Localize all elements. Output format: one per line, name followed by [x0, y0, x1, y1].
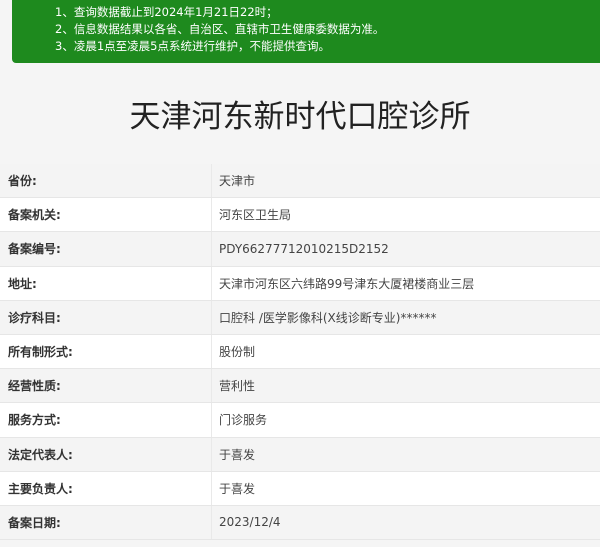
row-value-record-date: 2023/12/4: [211, 505, 600, 540]
row-value-principal: 于喜发: [211, 471, 600, 505]
row-label-service-mode: 服务方式:: [8, 413, 61, 428]
table-row: 经营性质: 营利性: [0, 369, 600, 404]
notice-line: 1、查询数据截止到2024年1月21日22时；: [55, 5, 278, 19]
notice-banner: 1、查询数据截止到2024年1月21日22时； 2、信息数据结果以各省、自治区、…: [12, 0, 600, 63]
table-row: 法定代表人: 于喜发: [0, 437, 600, 472]
row-label-ownership: 所有制形式:: [8, 345, 73, 360]
row-value-departments: 口腔科 /医学影像科(X线诊断专业)******: [211, 300, 600, 334]
row-label-province: 省份:: [8, 174, 37, 189]
table-row: 主要负责人: 于喜发: [0, 471, 600, 506]
row-value-service-mode: 门诊服务: [211, 403, 600, 437]
row-value-ownership: 股份制: [211, 334, 600, 369]
table-row: 省份: 天津市: [0, 164, 600, 199]
row-label-principal: 主要负责人:: [8, 481, 73, 496]
table-row: 地址: 天津市河东区六纬路99号津东大厦裙楼商业三层: [0, 266, 600, 301]
table-row: 诊疗科目: 口腔科 /医学影像科(X线诊断专业)******: [0, 300, 600, 335]
notice-line: 2、信息数据结果以各省、自治区、直辖市卫生健康委数据为准。: [55, 22, 385, 36]
row-label-authority: 备案机关:: [8, 208, 61, 223]
row-value-business-nature: 营利性: [211, 369, 600, 403]
title-area: 天津河东新时代口腔诊所: [0, 63, 600, 164]
row-label-business-nature: 经营性质:: [8, 379, 61, 394]
notice-line: 3、凌晨1点至凌晨5点系统进行维护，不能提供查询。: [55, 39, 330, 53]
row-label-record-date: 备案日期:: [8, 515, 61, 530]
table-row: 备案编号: PDY66277712010215D2152: [0, 232, 600, 267]
row-label-legal-representative: 法定代表人:: [8, 447, 73, 462]
table-row: 备案机关: 河东区卫生局: [0, 198, 600, 233]
table-row: 备案日期: 2023/12/4: [0, 505, 600, 541]
row-value-address: 天津市河东区六纬路99号津东大厦裙楼商业三层: [211, 266, 600, 300]
row-label-record-number: 备案编号:: [8, 242, 61, 257]
table-row: 所有制形式: 股份制: [0, 334, 600, 370]
row-label-departments: 诊疗科目:: [8, 310, 61, 325]
page-title: 天津河东新时代口腔诊所: [129, 99, 471, 135]
row-value-province: 天津市: [211, 164, 600, 198]
details-table: 省份: 天津市 备案机关: 河东区卫生局 备案编号: PDY6627771201…: [0, 164, 600, 541]
row-value-legal-representative: 于喜发: [211, 437, 600, 471]
row-label-address: 地址:: [8, 276, 37, 291]
row-value-authority: 河东区卫生局: [211, 198, 600, 232]
row-value-record-number: PDY66277712010215D2152: [211, 232, 600, 266]
table-row: 服务方式: 门诊服务: [0, 403, 600, 438]
